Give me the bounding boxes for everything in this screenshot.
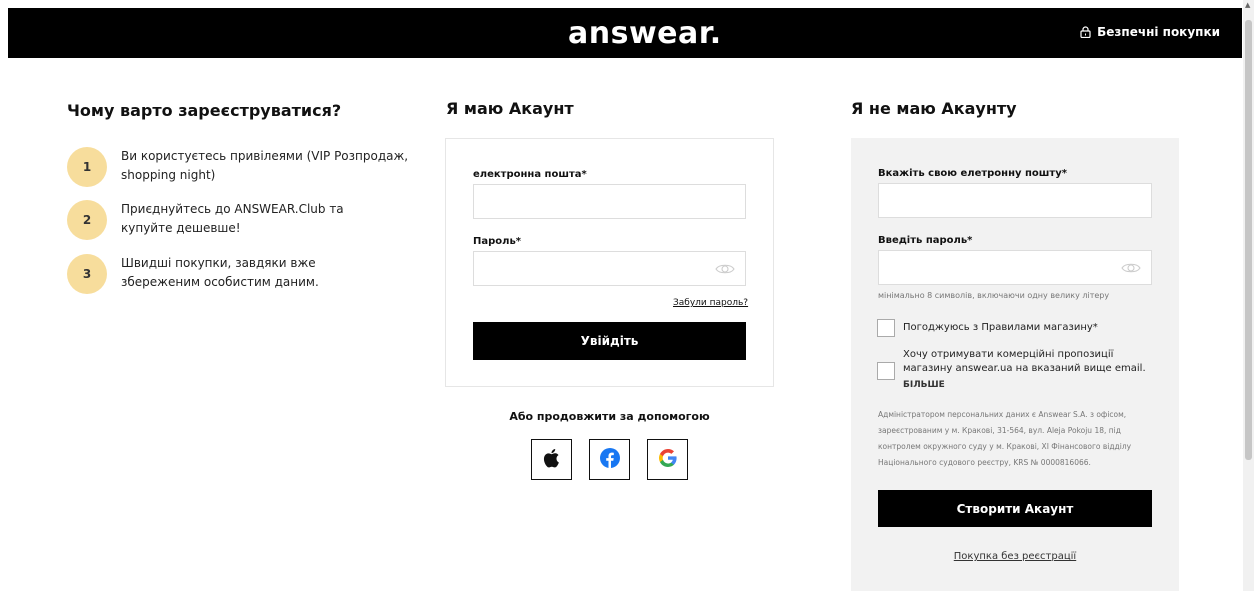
show-password-eye-icon[interactable] bbox=[1121, 260, 1141, 279]
terms-checkbox[interactable] bbox=[877, 319, 895, 337]
apple-icon bbox=[543, 448, 561, 472]
login-submit-button[interactable]: Увійдіть bbox=[473, 322, 746, 360]
social-login-caption: Або продовжити за допомогою bbox=[509, 410, 710, 423]
login-password-label: Пароль* bbox=[473, 236, 522, 247]
create-account-button[interactable]: Створити Акаунт bbox=[878, 490, 1152, 527]
answear-logo[interactable]: answear. bbox=[568, 19, 722, 49]
lock-icon bbox=[1080, 26, 1091, 38]
google-icon bbox=[658, 448, 677, 471]
top-header-bar: answear. Безпечні покупки bbox=[8, 8, 1242, 58]
scroll-thumb[interactable] bbox=[1245, 20, 1252, 460]
secure-shopping-label: Безпечні покупки bbox=[1097, 25, 1220, 39]
facebook-login-button[interactable] bbox=[589, 439, 630, 480]
register-email-label: Вкажіть свою елетронну пошту* bbox=[878, 168, 1067, 179]
page-scrollbar[interactable]: ▲ bbox=[1243, 0, 1254, 591]
register-password-label: Введіть пароль* bbox=[878, 235, 973, 246]
google-login-button[interactable] bbox=[647, 439, 688, 480]
personal-data-notice: Адміністратором персональних даних є Ans… bbox=[878, 410, 1132, 467]
benefit-item: 2 Приєднуйтесь до ANSWEAR.Club та купуйт… bbox=[67, 200, 437, 240]
login-form: електронна пошта* Пароль* Забули пароль?… bbox=[445, 138, 774, 387]
newsletter-checkbox[interactable] bbox=[877, 362, 895, 380]
login-title: Я маю Акаунт bbox=[446, 99, 574, 118]
login-email-label: електронна пошта* bbox=[473, 169, 587, 180]
register-form: Вкажіть свою елетронну пошту* Введіть па… bbox=[851, 138, 1179, 591]
show-password-eye-icon[interactable] bbox=[715, 261, 735, 280]
register-email-input[interactable] bbox=[878, 183, 1152, 218]
benefit-item: 1 Ви користуєтесь привілеями (VIP Розпро… bbox=[67, 147, 437, 187]
benefit-number-badge: 1 bbox=[67, 147, 107, 187]
more-info-link[interactable]: БІЛЬШЕ bbox=[903, 380, 945, 390]
benefit-number-badge: 3 bbox=[67, 254, 107, 294]
forgot-password-link[interactable]: Забули пароль? bbox=[673, 298, 748, 308]
newsletter-label[interactable]: Хочу отримувати комерційні пропозиції ма… bbox=[903, 348, 1163, 376]
apple-login-button[interactable] bbox=[531, 439, 572, 480]
facebook-icon bbox=[599, 447, 620, 472]
password-hint: мінімально 8 символів, включаючи одну ве… bbox=[878, 291, 1110, 300]
login-password-input[interactable] bbox=[473, 251, 746, 286]
benefit-item: 3 Швидші покупки, завдяки вже збереженим… bbox=[67, 254, 437, 294]
scroll-up-arrow-icon[interactable]: ▲ bbox=[1245, 2, 1250, 9]
terms-label[interactable]: Погоджуюсь з Правилами магазину* bbox=[903, 321, 1098, 335]
login-email-input[interactable] bbox=[473, 184, 746, 219]
register-title: Я не маю Акаунту bbox=[851, 99, 1017, 118]
benefit-text: Приєднуйтесь до ANSWEAR.Club та купуйте … bbox=[121, 202, 344, 235]
benefit-number-badge: 2 bbox=[67, 200, 107, 240]
benefit-text: Швидші покупки, завдяки вже збереженим о… bbox=[121, 256, 319, 289]
benefit-text: Ви користуєтесь привілеями (VIP Розпрода… bbox=[121, 149, 409, 182]
why-register-title: Чому варто зареєструватися? bbox=[67, 101, 342, 120]
register-password-input[interactable] bbox=[878, 250, 1152, 285]
secure-shopping-badge: Безпечні покупки bbox=[1080, 25, 1220, 39]
guest-checkout-link[interactable]: Покупка без реєстрації bbox=[851, 551, 1179, 562]
